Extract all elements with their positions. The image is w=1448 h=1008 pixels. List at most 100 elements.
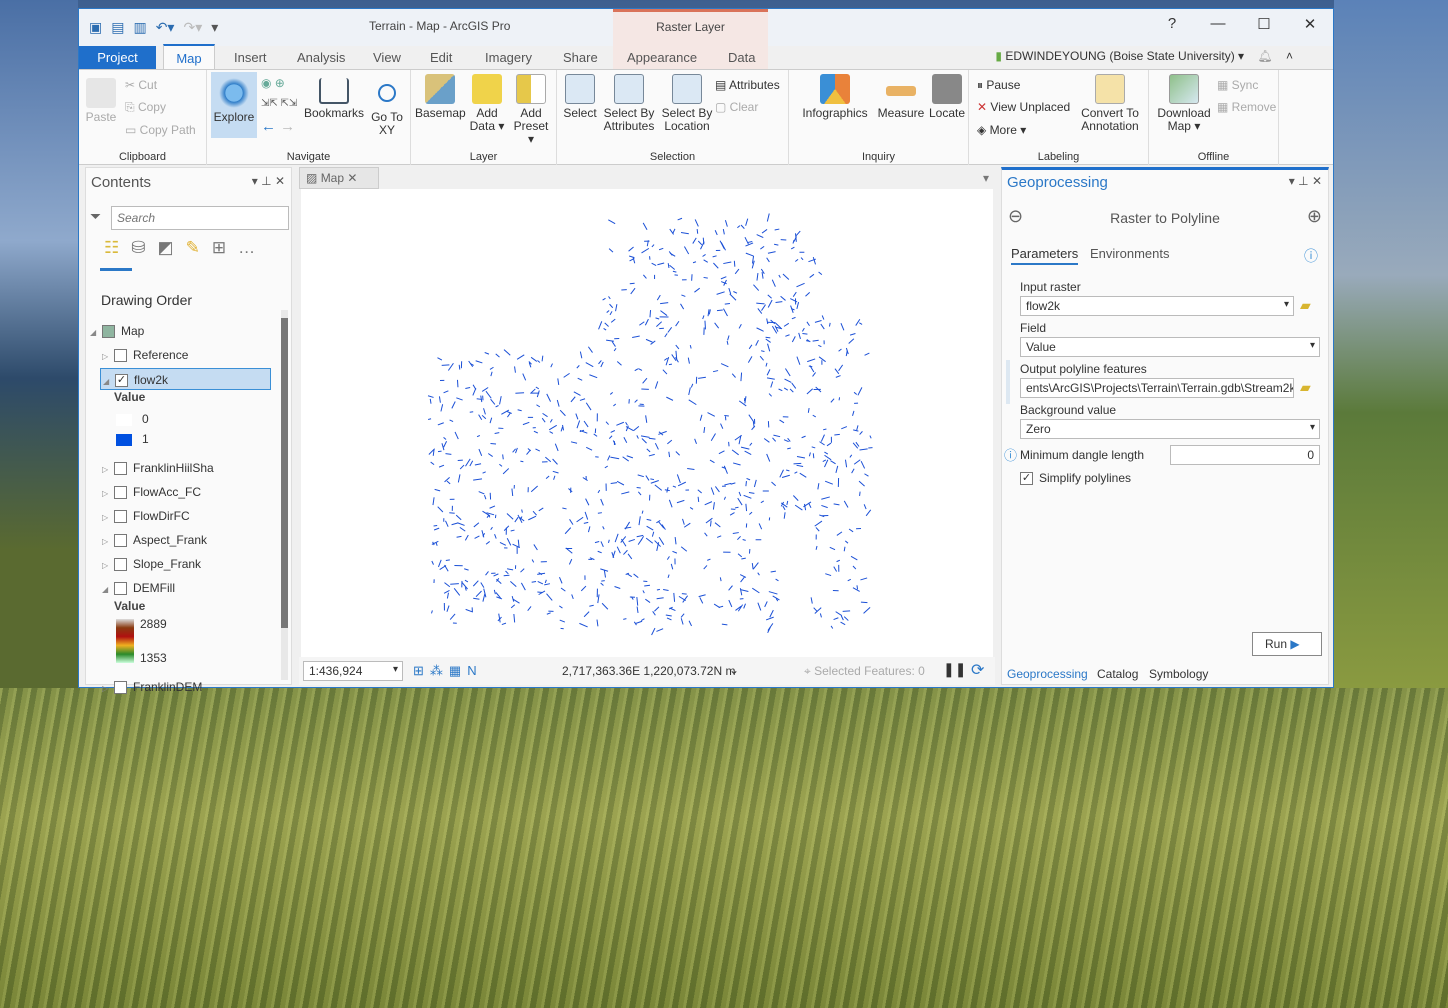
tab-imagery[interactable]: Imagery [485,50,532,65]
simplify-polylines-checkbox[interactable]: ✓ Simplify polylines [1020,471,1131,486]
refresh-button[interactable]: ⟳ [971,660,984,680]
pause-labels-button[interactable]: ⏸ Pause [977,78,1020,93]
layer-item-franklinhiilsha[interactable]: ▷ FranklinHiilSha [100,457,271,479]
collapse-ribbon-icon[interactable]: ˄ [1286,49,1293,63]
tab-map[interactable]: Map [163,44,215,70]
grid-icon[interactable]: ⊞ [413,663,430,678]
checkbox[interactable]: ✓ [1020,472,1033,486]
select-by-attributes-button[interactable]: Select By Attributes [601,74,657,133]
previous-extent-icon[interactable]: ← → [261,118,295,135]
scale-dropdown[interactable]: 1:436,924 [303,661,403,681]
infographics-button[interactable]: Infographics [795,74,875,120]
open-icon[interactable]: ▤ [111,19,124,36]
contents-search-input[interactable] [111,206,289,230]
north-arrow-icon[interactable]: N [467,663,482,678]
dangle-length-input[interactable]: 0 [1170,445,1320,465]
clear-button[interactable]: ▢ Clear [715,100,758,114]
paste-button[interactable]: Paste [85,78,117,124]
data-source-icon[interactable]: ⛁ [131,238,157,257]
field-dropdown[interactable]: Value [1020,337,1320,357]
maximize-button[interactable]: ☐ [1241,15,1287,33]
locate-button[interactable]: Locate [927,74,967,120]
bookmarks-button[interactable]: Bookmarks [303,78,365,120]
layer-visibility-checkbox[interactable] [114,486,127,500]
layer-visibility-checkbox[interactable] [114,349,127,363]
attributes-button[interactable]: ▤ Attributes [715,78,780,92]
view-unplaced-button[interactable]: ✕ View Unplaced [977,100,1070,114]
contents-pane-controls[interactable]: ▾ ⊥ ✕ [252,174,285,188]
new-project-icon[interactable]: ▣ [89,19,102,36]
expand-icon[interactable]: ◢ [90,328,102,337]
tab-symbology[interactable]: Symbology [1149,667,1208,681]
selection-icon[interactable]: ◩ [158,238,186,257]
expand-icon[interactable]: ▷ [102,465,114,474]
add-preset-button[interactable]: Add Preset ▾ [509,74,553,146]
layer-item-reference[interactable]: ▷ Reference [100,344,271,366]
notification-icon[interactable]: 🔔︎ [1257,49,1272,63]
add-data-button[interactable]: Add Data ▾ [467,74,507,133]
save-icon[interactable]: ▥ [133,19,146,36]
expand-icon[interactable]: ◢ [102,585,114,594]
select-button[interactable]: Select [561,74,599,120]
select-by-location-button[interactable]: Select By Location [659,74,715,133]
output-features-input[interactable]: ents\ArcGIS\Projects\Terrain\Terrain.gdb… [1020,378,1294,398]
layer-item-franklindem[interactable]: ▷ FranklinDEM [100,676,271,698]
tab-map-view[interactable]: ▨ Map ✕ [299,167,379,189]
explore-button[interactable]: Explore [211,72,257,138]
drawing-order-icon[interactable]: ☷ [104,238,131,257]
map-tab-menu-icon[interactable]: ▾ [983,171,989,185]
user-account[interactable]: ▮ EDWINDEYOUNG (Boise State University) … [995,49,1293,63]
tab-geoprocessing[interactable]: Geoprocessing [1007,667,1088,681]
background-value-dropdown[interactable]: Zero [1020,419,1320,439]
contents-view-toolbar[interactable]: ☷⛁◩✎⊞… [104,238,267,258]
snapping-icon[interactable]: ⊞ [212,238,238,257]
layer-item-aspect_frank[interactable]: ▷ Aspect_Frank [100,529,271,551]
layer-visibility-checkbox[interactable] [114,558,127,572]
expand-icon[interactable]: ▷ [102,537,114,546]
layer-item-flow2k[interactable]: ◢ ✓ flow2k [100,368,271,390]
browse-input-folder-icon[interactable]: ▰ [1300,297,1311,314]
fixed-zoom-icon[interactable]: ⇲⇱ ⇱⇲ [261,98,297,109]
tab-parameters[interactable]: Parameters [1011,246,1079,265]
measure-button[interactable]: Measure [875,74,927,120]
coordinate-format-dropdown[interactable]: ⌄ [729,663,739,677]
more-labeling-button[interactable]: ◈ More ▾ [977,123,1026,137]
tab-appearance[interactable]: Appearance [627,50,697,65]
layer-visibility-checkbox[interactable] [114,534,127,548]
layer-item-flowdirfc[interactable]: ▷ FlowDirFC [100,505,271,527]
layer-item-demfill[interactable]: ◢ DEMFill [100,577,271,599]
layer-visibility-checkbox[interactable] [114,462,127,476]
convert-to-annotation-button[interactable]: Convert To Annotation [1077,74,1143,133]
map-tools[interactable]: ⊞⁂▦N [413,663,483,679]
selected-features-count[interactable]: ⌖ Selected Features: 0 [804,664,925,679]
layer-visibility-checkbox[interactable]: ✓ [115,374,128,388]
layer-item-flowacc_fc[interactable]: ▷ FlowAcc_FC [100,481,271,503]
tab-share[interactable]: Share [563,50,598,65]
customize-icon[interactable]: ▾ [211,19,218,36]
more-icon[interactable]: … [238,238,267,257]
expand-icon[interactable]: ▷ [102,513,114,522]
tab-analysis[interactable]: Analysis [297,50,345,65]
download-map-button[interactable]: Download Map ▾ [1153,74,1215,133]
layer-item-map[interactable]: ◢ Map [88,320,271,342]
expand-icon[interactable]: ◢ [103,377,115,386]
editing-icon[interactable]: ✎ [186,238,212,257]
layer-visibility-checkbox[interactable] [114,510,127,524]
contents-scrollbar[interactable] [281,310,288,680]
help-button[interactable]: ? [1149,15,1195,33]
layer-visibility-checkbox[interactable] [114,681,127,695]
expand-icon[interactable]: ▷ [102,684,114,693]
basemap-button[interactable]: Basemap [415,74,466,120]
sync-button[interactable]: ▦ Sync [1217,78,1258,92]
expand-icon[interactable]: ▷ [102,561,114,570]
copy-button[interactable]: ⎘ Copy [125,100,166,115]
remove-button[interactable]: ▦ Remove [1217,100,1276,114]
layer-item-slope_frank[interactable]: ▷ Slope_Frank [100,553,271,575]
close-button[interactable]: ✕ [1287,15,1333,33]
close-map-tab-icon[interactable]: ✕ [347,171,357,185]
map-canvas[interactable] [301,189,993,657]
pause-drawing-button[interactable]: ❚❚ [943,661,966,678]
filter-icon[interactable]: ⏷ [90,208,101,225]
expand-icon[interactable]: ▷ [102,352,114,361]
tab-data[interactable]: Data [728,50,755,65]
